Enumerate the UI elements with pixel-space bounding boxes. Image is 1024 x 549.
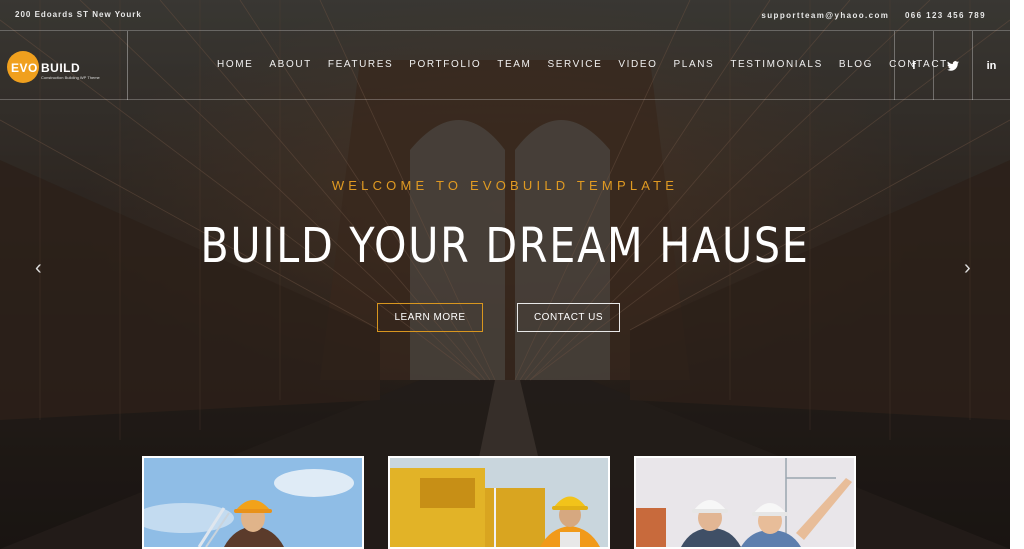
logo-part1: EVO	[11, 61, 38, 75]
email-link[interactable]: supportteam@yhaoo.com	[761, 11, 889, 20]
logo-tagline: Construction Building WP Theme	[41, 75, 100, 80]
main-navbar: EVO BUILD Construction Building WP Theme…	[0, 31, 1010, 100]
nav-testimonials[interactable]: TESTIMONIALS	[730, 59, 823, 70]
social-links: f in	[894, 31, 1010, 100]
nav-service[interactable]: SERVICE	[547, 59, 602, 70]
address-text: 200 Edoards ST New Yourk	[15, 10, 142, 19]
welcome-text: WELCOME TO EVOBUILD TEMPLATE	[331, 178, 679, 193]
nav-plans[interactable]: PLANS	[674, 59, 715, 70]
phone-link[interactable]: 066 123 456 789	[905, 11, 986, 20]
nav-features[interactable]: FEATURES	[328, 59, 393, 70]
linkedin-icon[interactable]: in	[972, 31, 1010, 100]
nav-portfolio[interactable]: PORTFOLIO	[409, 59, 481, 70]
feature-card-3[interactable]	[634, 456, 856, 549]
nav-home[interactable]: HOME	[217, 59, 253, 70]
feature-card-2[interactable]	[388, 456, 610, 549]
logo-part2: BUILD	[41, 61, 81, 75]
nav-video[interactable]: VIDEO	[618, 59, 657, 70]
next-slide-icon[interactable]: ›	[964, 257, 971, 280]
two-engineers-white-helmets-photo	[636, 458, 854, 547]
contact-us-button[interactable]: CONTACT US	[517, 303, 620, 332]
twitter-bird-shape	[947, 60, 959, 71]
hero-headline: BUILD YOUR DREAM HAUSE	[200, 218, 810, 274]
twitter-icon[interactable]	[933, 31, 972, 100]
nav-team[interactable]: TEAM	[497, 59, 531, 70]
nav-blog[interactable]: BLOG	[839, 59, 873, 70]
prev-slide-icon[interactable]: ‹	[35, 257, 42, 280]
learn-more-button[interactable]: LEARN MORE	[377, 303, 483, 332]
nav-about[interactable]: ABOUT	[269, 59, 311, 70]
top-bar: 200 Edoards ST New Yourk supportteam@yha…	[0, 0, 1010, 31]
nav-menu: HOME ABOUT FEATURES PORTFOLIO TEAM SERVI…	[217, 59, 964, 70]
contact-info: supportteam@yhaoo.com 066 123 456 789	[749, 11, 986, 20]
facebook-icon[interactable]: f	[894, 31, 933, 100]
feature-card-1[interactable]	[142, 456, 364, 549]
logo[interactable]: EVO BUILD Construction Building WP Theme	[0, 31, 128, 100]
worker-orange-helmet-photo	[144, 458, 362, 547]
worker-yellow-helmet-machinery-photo	[390, 458, 608, 547]
